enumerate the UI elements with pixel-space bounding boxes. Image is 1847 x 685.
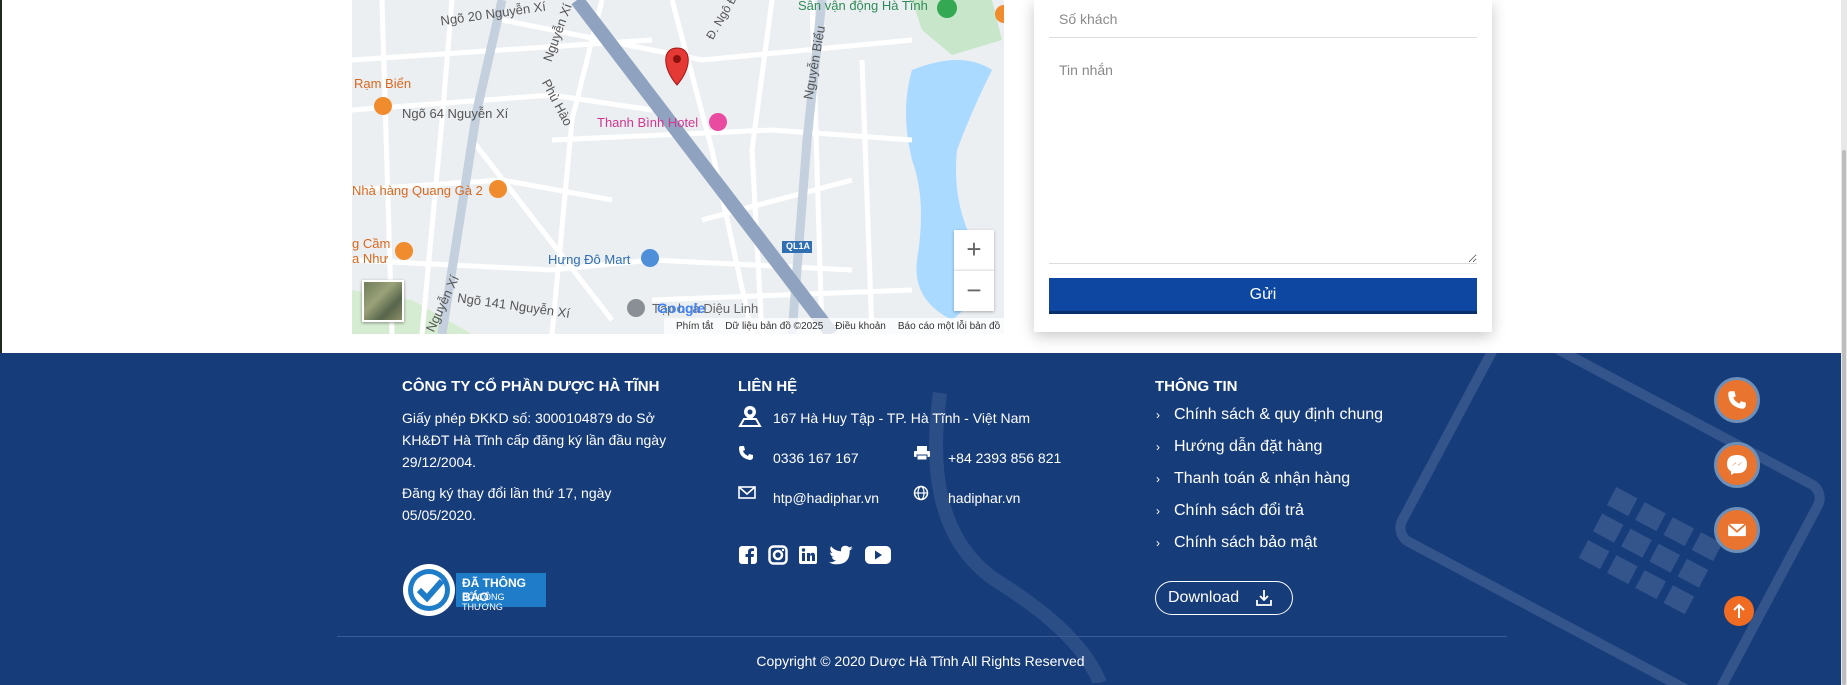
- info-link-label[interactable]: Thanh toán & nhận hàng: [1174, 470, 1350, 488]
- map-report-link[interactable]: Báo cáo một lỗi bản đồ: [898, 321, 1000, 332]
- license-line: Giấy phép ĐKKD số: 3000104879 do Sở: [402, 410, 655, 426]
- map-shortcuts-link[interactable]: Phím tắt: [676, 321, 713, 332]
- map-label: Hưng Đô Mart: [548, 252, 631, 267]
- chevron-right-icon: ›: [1156, 440, 1160, 454]
- map-pin-icon: [738, 406, 762, 427]
- change-line: 05/05/2020.: [402, 507, 476, 523]
- company-title: CÔNG TY CỔ PHẦN DƯỢC HÀ TĨNH: [402, 378, 660, 395]
- send-button[interactable]: Gửi: [1049, 278, 1477, 314]
- info-link[interactable]: › Chính sách đổi trả: [1156, 502, 1304, 520]
- zoom-in-button[interactable]: +: [954, 230, 994, 270]
- info-link[interactable]: › Chính sách bảo mật: [1156, 534, 1317, 552]
- bo-cong-thuong-badge[interactable]: ĐÃ THÔNG BÁO BỘ CÔNG THƯƠNG: [402, 563, 547, 617]
- footer-divider: [337, 636, 1507, 637]
- youtube-icon[interactable]: [864, 545, 892, 565]
- info-link-label[interactable]: Chính sách bảo mật: [1174, 534, 1317, 552]
- website-link[interactable]: hadiphar.vn: [948, 487, 1020, 509]
- chevron-right-icon: ›: [1156, 536, 1160, 550]
- back-to-top-button[interactable]: [1724, 596, 1754, 626]
- messenger-icon: [1727, 455, 1747, 475]
- map-label: Nhà hàng Quang Gà 2: [352, 183, 483, 198]
- arrow-up-icon: [1733, 603, 1745, 618]
- chevron-right-icon: ›: [1156, 408, 1160, 422]
- booking-form: Gửi: [1034, 0, 1492, 332]
- scrollbar-thumb[interactable]: [1842, 150, 1846, 685]
- mail-icon: [1727, 523, 1747, 537]
- copyright: Copyright © 2020 Dược Hà Tĩnh All Rights…: [756, 653, 1085, 669]
- license-line: 29/12/2004.: [402, 454, 476, 470]
- change-line: Đăng ký thay đổi lần thứ 17, ngày: [402, 485, 612, 501]
- download-button[interactable]: Download: [1155, 581, 1293, 615]
- google-logo: Google: [657, 300, 706, 316]
- email-link[interactable]: htp@hadiphar.vn: [773, 487, 879, 509]
- phone-text[interactable]: 0336 167 167: [773, 447, 859, 469]
- email-fab[interactable]: [1714, 507, 1760, 553]
- map-label: Sân vận động Hà Tĩnh: [798, 0, 928, 13]
- mail-icon: [738, 486, 756, 499]
- map-label: Ngõ 64 Nguyễn Xí: [402, 106, 509, 121]
- facebook-icon[interactable]: [738, 545, 758, 565]
- license-line: KH&ĐT Hà Tĩnh cấp đăng ký lần đầu ngày: [402, 432, 667, 448]
- site-footer: CÔNG TY CỔ PHẦN DƯỢC HÀ TĨNH Giấy phép Đ…: [0, 353, 1841, 685]
- download-label: Download: [1168, 589, 1240, 606]
- map-label: Thanh Bình Hotel: [597, 115, 699, 130]
- info-link[interactable]: › Thanh toán & nhận hàng: [1156, 470, 1350, 488]
- map-label: Rạm Biển: [354, 76, 412, 91]
- phone-icon: [739, 446, 753, 460]
- phone-icon: [1728, 391, 1746, 409]
- address-text: 167 Hà Huy Tập - TP. Hà Tĩnh - Việt Nam: [773, 410, 1031, 426]
- messenger-fab[interactable]: [1714, 442, 1760, 488]
- info-link-label[interactable]: Hướng dẫn đặt hàng: [1174, 438, 1322, 456]
- contact-title: LIÊN HỆ: [738, 378, 798, 395]
- info-title: THÔNG TIN: [1155, 378, 1238, 395]
- satellite-toggle[interactable]: [362, 280, 404, 322]
- linkedin-icon[interactable]: [798, 545, 818, 565]
- fax-text: +84 2393 856 821: [948, 450, 1062, 466]
- map-footer: Phím tắt Dữ liệu bản đồ ©2025 Điều khoản…: [664, 318, 1004, 334]
- message-textarea[interactable]: [1049, 52, 1477, 264]
- twitter-icon[interactable]: [828, 545, 854, 565]
- chevron-right-icon: ›: [1156, 504, 1160, 518]
- left-edge: [0, 0, 2, 353]
- info-link[interactable]: › Chính sách & quy định chung: [1156, 406, 1383, 424]
- printer-icon: [914, 446, 930, 461]
- info-link-label[interactable]: Chính sách & quy định chung: [1174, 406, 1383, 424]
- zoom-out-button[interactable]: −: [954, 270, 994, 311]
- map-data-credit: Dữ liệu bản đồ ©2025: [725, 320, 824, 332]
- globe-icon: [913, 485, 929, 501]
- map-terms-link[interactable]: Điều khoản: [835, 321, 886, 332]
- scrollbar[interactable]: [1841, 0, 1847, 685]
- guests-input[interactable]: [1049, 0, 1477, 38]
- download-icon: [1256, 590, 1273, 606]
- chevron-right-icon: ›: [1156, 472, 1160, 486]
- info-link-label[interactable]: Chính sách đổi trả: [1174, 502, 1304, 520]
- map-label: g Cầm a Như: [352, 236, 391, 266]
- info-link[interactable]: › Hướng dẫn đặt hàng: [1156, 438, 1322, 456]
- social-links: [738, 545, 892, 565]
- instagram-icon[interactable]: [768, 545, 788, 565]
- google-map[interactable]: Ngõ 20 Nguyễn Xí Nguyễn Xí Đ. Ngô Đ Sân …: [352, 0, 1004, 334]
- badge-sub-text: BỘ CÔNG THƯƠNG: [462, 592, 505, 612]
- map-label: QL1A: [786, 241, 811, 251]
- call-fab[interactable]: [1714, 377, 1760, 423]
